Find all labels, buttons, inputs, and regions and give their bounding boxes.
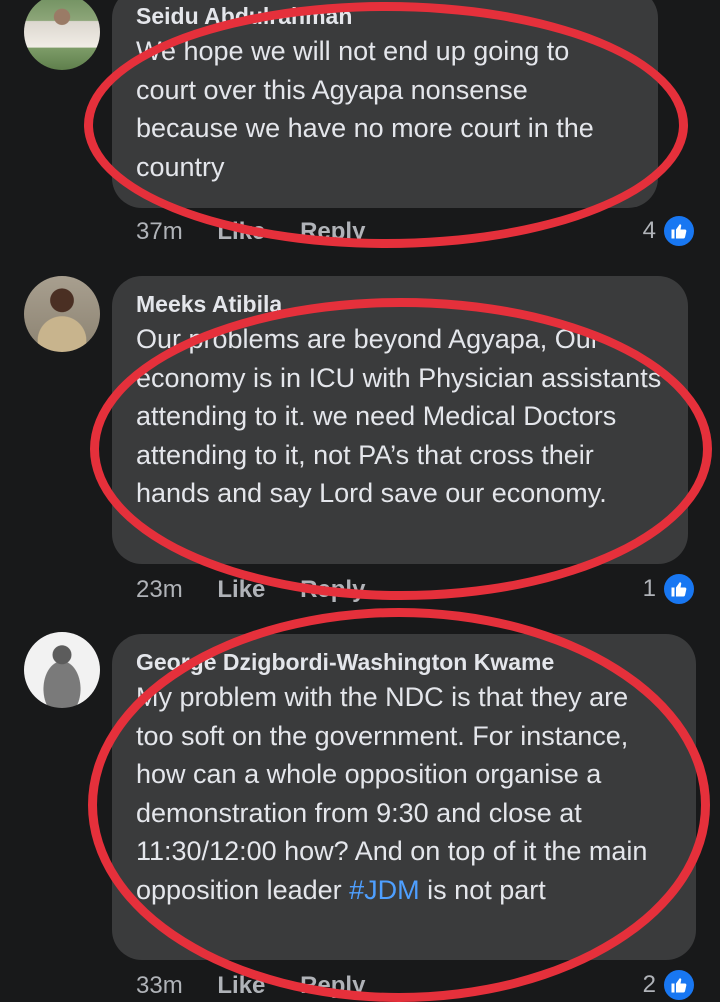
reaction-summary[interactable]: 4 [643, 214, 696, 248]
like-button[interactable]: Like [217, 972, 265, 999]
reaction-summary[interactable]: 2 [643, 968, 696, 1002]
comment-author[interactable]: George Dzigbordi-Washington Kwame [136, 648, 672, 676]
reaction-count: 4 [642, 217, 656, 244]
thumbs-up-icon [662, 214, 696, 248]
comment-text-part: is not part [419, 874, 546, 905]
avatar[interactable] [24, 276, 100, 352]
hashtag-link[interactable]: #JDM [349, 875, 420, 905]
reply-button[interactable]: Reply [300, 576, 365, 603]
avatar[interactable] [24, 0, 100, 70]
comment-author[interactable]: Meeks Atibila [136, 290, 664, 318]
like-button[interactable]: Like [217, 576, 265, 603]
comment-text: My problem with the NDC is that they are… [136, 678, 672, 909]
comment-meta: 23m Like Reply [136, 576, 393, 604]
reaction-summary[interactable]: 1 [643, 572, 696, 606]
comment-time[interactable]: 33m [136, 972, 183, 999]
thumbs-up-icon [662, 968, 696, 1002]
thumbs-up-icon [662, 572, 696, 606]
reply-button[interactable]: Reply [300, 972, 365, 999]
reaction-count: 1 [642, 575, 656, 602]
comment-bubble: Seidu Abdulrahman We hope we will not en… [112, 0, 658, 208]
comment-time[interactable]: 37m [136, 218, 183, 245]
comment-text: We hope we will not end up going to cour… [136, 36, 594, 182]
comment-text-part: My problem with the NDC is that they are… [136, 682, 648, 905]
comment-bubble: George Dzigbordi-Washington Kwame My pro… [112, 634, 696, 960]
comment-meta: 33m Like Reply [136, 972, 393, 1000]
avatar[interactable] [24, 632, 100, 708]
like-button[interactable]: Like [217, 218, 265, 245]
comment-meta: 37m Like Reply [136, 218, 393, 246]
comment-time[interactable]: 23m [136, 576, 183, 603]
comment-text: Our problems are beyond Agyapa, Our econ… [136, 324, 662, 508]
comment-bubble: Meeks Atibila Our problems are beyond Ag… [112, 276, 688, 564]
reaction-count: 2 [642, 971, 656, 998]
reply-button[interactable]: Reply [300, 218, 365, 245]
comment-author[interactable]: Seidu Abdulrahman [136, 2, 634, 30]
